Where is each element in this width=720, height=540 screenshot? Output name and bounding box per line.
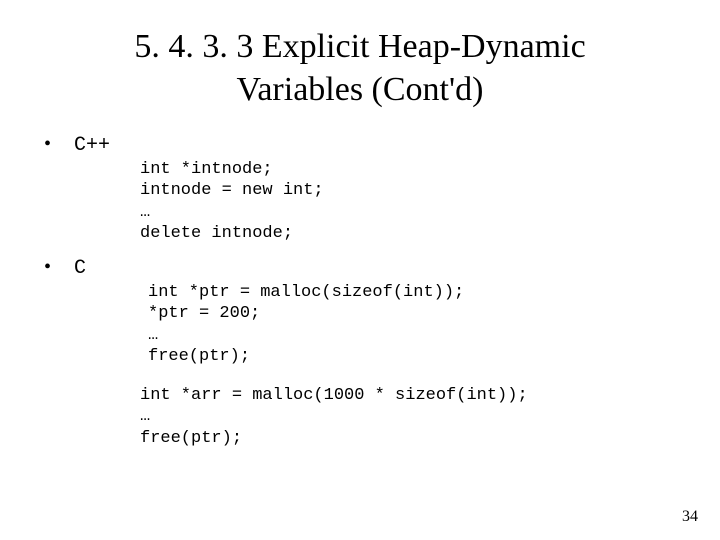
slide: 5. 4. 3. 3 Explicit Heap-Dynamic Variabl… — [0, 0, 720, 540]
bullet-cpp: • C++ — [40, 133, 680, 157]
slide-body: • C++ int *intnode; intnode = new int; …… — [0, 111, 720, 449]
page-number: 34 — [682, 508, 698, 526]
title-line-1: 5. 4. 3. 3 Explicit Heap-Dynamic — [134, 28, 585, 65]
code-c-block-1: int *ptr = malloc(sizeof(int)); *ptr = 2… — [148, 282, 680, 367]
bullet-marker: • — [40, 133, 74, 156]
bullet-label-c: C — [74, 257, 86, 280]
slide-title: 5. 4. 3. 3 Explicit Heap-Dynamic Variabl… — [0, 0, 720, 111]
bullet-label-cpp: C++ — [74, 134, 110, 157]
bullet-marker: • — [40, 256, 74, 279]
title-line-2: Variables (Cont'd) — [237, 71, 484, 108]
bullet-c: • C — [40, 256, 680, 280]
code-c-block-2: int *arr = malloc(1000 * sizeof(int)); …… — [140, 385, 680, 449]
code-cpp: int *intnode; intnode = new int; … delet… — [140, 159, 680, 244]
